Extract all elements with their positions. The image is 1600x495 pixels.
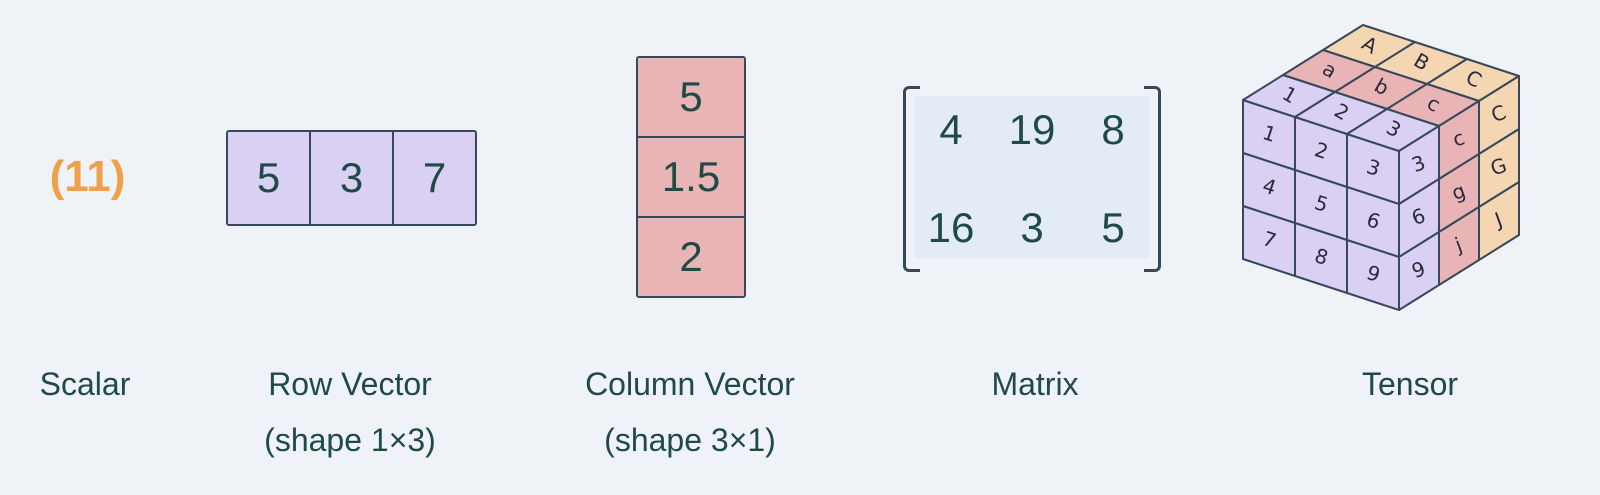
- matrix-cell: 5: [1101, 204, 1125, 251]
- column-vector-cell: 5: [638, 58, 744, 136]
- row-vector-cell: 5: [228, 132, 309, 224]
- matrix-cell: 8: [1101, 106, 1125, 153]
- matrix-cell: 4: [939, 106, 963, 153]
- row-vector: 5 3 7: [226, 130, 477, 226]
- scalar-value: (11): [49, 152, 126, 201]
- column-vector-cell: 2: [638, 216, 744, 296]
- row-vector-cell: 7: [392, 132, 475, 224]
- column-vector: 5 1.5 2: [636, 56, 746, 298]
- row-vector-shape: (shape 1×3): [264, 422, 436, 458]
- matrix: 4 19 8 16 3 5: [903, 86, 1161, 272]
- column-vector-cell: 1.5: [638, 136, 744, 216]
- tensor-label: Tensor: [1361, 366, 1459, 402]
- row-vector-cell: 3: [309, 132, 392, 224]
- row-vector-label: Row Vector: [268, 366, 432, 402]
- tensor-cube: 123456789ABCabc1233cC6gG9jJ: [1242, 24, 1520, 311]
- scalar-label: Scalar: [39, 366, 131, 402]
- column-vector-shape: (shape 3×1): [604, 422, 776, 458]
- matrix-cell: 19: [1008, 106, 1056, 153]
- matrix-cell: 3: [1020, 204, 1044, 251]
- matrix-cell: 16: [927, 204, 975, 251]
- matrix-label: Matrix: [991, 366, 1079, 402]
- column-vector-label: Column Vector: [585, 366, 795, 402]
